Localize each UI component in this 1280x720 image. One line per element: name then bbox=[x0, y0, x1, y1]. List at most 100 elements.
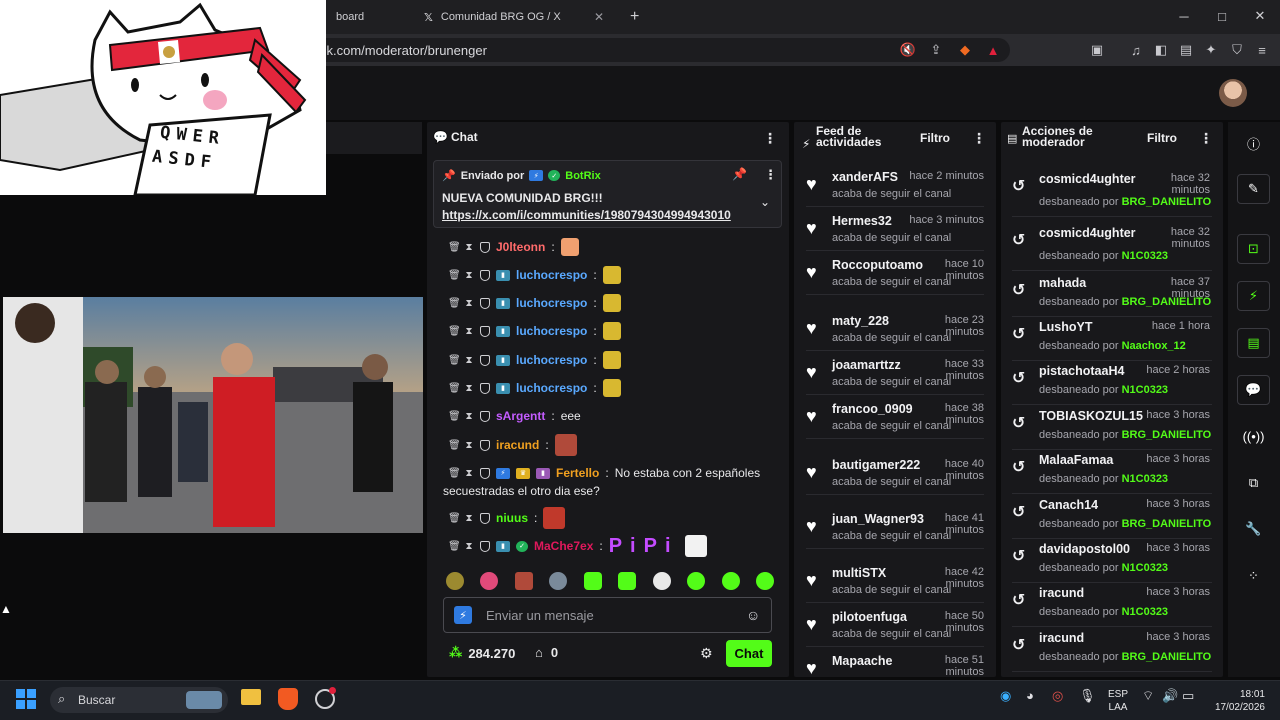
timeout-icon[interactable]: ⧗ bbox=[464, 298, 474, 309]
mod-shield-icon[interactable] bbox=[480, 439, 490, 451]
chat-username[interactable]: luchocrespo bbox=[516, 353, 587, 367]
mod-shield-icon[interactable] bbox=[480, 382, 490, 394]
minimize-button[interactable]: ─ bbox=[1166, 4, 1202, 28]
pinned-options-icon[interactable]: ⋮ bbox=[764, 167, 777, 183]
chat-username[interactable]: Fertello bbox=[556, 466, 599, 480]
chat-username[interactable]: iracund bbox=[496, 438, 539, 452]
chat-options-icon[interactable]: ⋮ bbox=[763, 130, 777, 147]
emote-icon[interactable] bbox=[446, 572, 464, 590]
screenshot-icon[interactable]: ⊡ bbox=[1237, 234, 1270, 264]
timeout-icon[interactable]: ⧗ bbox=[464, 541, 474, 552]
reader-mode-icon[interactable]: ▣ bbox=[1087, 40, 1107, 60]
emote-icon[interactable] bbox=[549, 572, 568, 590]
delete-icon[interactable]: 🗑 bbox=[448, 513, 461, 524]
wallet-icon[interactable]: ▤ bbox=[1176, 40, 1196, 60]
feed-username[interactable]: xanderAFS bbox=[832, 170, 898, 184]
timeout-icon[interactable]: ⧗ bbox=[464, 468, 474, 479]
moderator-name[interactable]: BRG_DANIELITO bbox=[1122, 518, 1212, 530]
bot-badge-icon[interactable]: ⚡ bbox=[454, 606, 472, 624]
mod-action-item[interactable]: ↺ TOBIASKOZUL15 hace 3 horas desbaneado por… bbox=[1012, 409, 1212, 457]
timeout-icon[interactable]: ⧗ bbox=[464, 440, 474, 451]
browser-tab-dashboard[interactable]: board bbox=[326, 4, 406, 30]
mod-action-item[interactable]: ↺ iracund hace 3 horas desbaneado por BRG_D… bbox=[1012, 631, 1212, 679]
store-counter[interactable]: ⌂ 0 bbox=[535, 645, 558, 660]
mod-action-item[interactable]: ↺ Canach14 hace 3 horas desbaneado por BRG_… bbox=[1012, 498, 1212, 546]
feed-username[interactable]: multiSTX bbox=[832, 566, 886, 580]
feed-item[interactable]: ♥ Roccoputoamo hace 10 minutos acaba de seg… bbox=[806, 258, 986, 312]
share-icon[interactable]: ⇪ bbox=[926, 40, 946, 60]
delete-icon[interactable]: 🗑 bbox=[448, 541, 461, 552]
edge-icon[interactable]: ◉ bbox=[1000, 688, 1011, 704]
wifi-icon[interactable]: ⌔ bbox=[1142, 688, 1154, 704]
mod-options-icon[interactable]: ⋮ bbox=[1199, 130, 1213, 147]
mod-username[interactable]: Canach14 bbox=[1039, 498, 1098, 512]
timeout-icon[interactable]: ⧗ bbox=[464, 383, 474, 394]
mod-username[interactable]: TOBIASKOZUL15 bbox=[1039, 409, 1143, 423]
delete-icon[interactable]: 🗑 bbox=[448, 298, 461, 309]
clock[interactable]: 18:01 17/02/2026 bbox=[1207, 688, 1265, 714]
chat-username[interactable]: luchocrespo bbox=[516, 381, 587, 395]
feed-username[interactable]: joaamarttzz bbox=[832, 358, 901, 372]
mod-shield-icon[interactable] bbox=[480, 269, 490, 281]
taskbar-search[interactable]: ⌕ Buscar bbox=[50, 687, 228, 713]
file-explorer-icon[interactable] bbox=[241, 689, 261, 705]
feed-username[interactable]: Hermes32 bbox=[832, 214, 892, 228]
moderator-name[interactable]: BRG_DANIELITO bbox=[1122, 429, 1212, 441]
mod-username[interactable]: iracund bbox=[1039, 586, 1084, 600]
feed-options-icon[interactable]: ⋮ bbox=[972, 130, 986, 147]
discord-icon[interactable]: ◕ bbox=[1026, 688, 1034, 703]
mod-username[interactable]: cosmicd4ughter bbox=[1039, 172, 1136, 186]
feed-item[interactable]: ♥ bautigamer222 hace 40 minutos acaba de se… bbox=[806, 458, 986, 512]
chat-username[interactable]: luchocrespo bbox=[516, 296, 587, 310]
mod-filter-button[interactable]: Filtro bbox=[1147, 131, 1177, 145]
notes-icon[interactable]: ▤ bbox=[1237, 328, 1270, 358]
chat-message-input[interactable]: ⚡ Enviar un mensaje ☺ bbox=[443, 597, 772, 633]
moderator-name[interactable]: N1C0323 bbox=[1122, 606, 1168, 618]
feed-filter-button[interactable]: Filtro bbox=[920, 131, 950, 145]
delete-icon[interactable]: 🗑 bbox=[448, 242, 461, 253]
timeout-icon[interactable]: ⧗ bbox=[464, 513, 474, 524]
moderator-name[interactable]: BRG_DANIELITO bbox=[1122, 296, 1212, 308]
delete-icon[interactable]: 🗑 bbox=[448, 411, 461, 422]
windows-start-icon[interactable] bbox=[16, 689, 36, 709]
emote-icon[interactable] bbox=[618, 572, 637, 590]
mod-username[interactable]: pistachotaaH4 bbox=[1039, 364, 1124, 378]
emote-icon[interactable] bbox=[755, 572, 774, 590]
feed-username[interactable]: Mapaache bbox=[832, 654, 892, 668]
moderator-name[interactable]: N1C0323 bbox=[1122, 473, 1168, 485]
mod-username[interactable]: MalaaFamaa bbox=[1039, 453, 1113, 467]
battery-icon[interactable]: ▭ bbox=[1182, 688, 1194, 704]
feed-username[interactable]: pilotoenfuga bbox=[832, 610, 907, 624]
mod-shield-icon[interactable] bbox=[480, 540, 490, 552]
chat-username[interactable]: luchocrespo bbox=[516, 324, 587, 338]
stream-video[interactable] bbox=[3, 297, 423, 533]
send-chat-button[interactable]: Chat bbox=[726, 640, 772, 667]
mod-username[interactable]: cosmicd4ughter bbox=[1039, 226, 1136, 240]
avatar[interactable] bbox=[1219, 79, 1247, 107]
microphone-icon[interactable]: 🎙 bbox=[1079, 688, 1096, 704]
mod-action-item[interactable]: ↺ iracund hace 3 horas desbaneado por N1C03… bbox=[1012, 586, 1212, 634]
browser-tab-x[interactable]: 𝕏 Comunidad BRG OG / X ✕ bbox=[414, 4, 614, 30]
volume-icon[interactable]: 🔊 bbox=[1162, 688, 1178, 704]
leo-ai-icon[interactable]: ✦ bbox=[1201, 40, 1221, 60]
timeout-icon[interactable]: ⧗ bbox=[464, 270, 474, 281]
emote-icon[interactable] bbox=[652, 572, 671, 590]
mod-username[interactable]: LushoYT bbox=[1039, 320, 1092, 334]
delete-icon[interactable]: 🗑 bbox=[448, 383, 461, 394]
emote-icon[interactable] bbox=[514, 572, 533, 590]
delete-icon[interactable]: 🗑 bbox=[448, 468, 461, 479]
delete-icon[interactable]: 🗑 bbox=[448, 355, 461, 366]
channel-points[interactable]: ⁂ 284.270 bbox=[449, 645, 515, 661]
chevron-down-icon[interactable]: ⌄ bbox=[760, 195, 770, 209]
mod-shield-icon[interactable] bbox=[480, 410, 490, 422]
sidebar-icon[interactable]: ◧ bbox=[1151, 40, 1171, 60]
mute-tab-icon[interactable]: 🔇 bbox=[898, 40, 918, 60]
wrench-icon[interactable]: 🔧 bbox=[1237, 514, 1270, 544]
mod-username[interactable]: davidapostol00 bbox=[1039, 542, 1130, 556]
mod-action-item[interactable]: ↺ pistachotaaH4 hace 2 horas desbaneado por… bbox=[1012, 364, 1212, 412]
emoji-picker-icon[interactable]: ☺ bbox=[746, 607, 760, 623]
timeout-icon[interactable]: ⧗ bbox=[464, 411, 474, 422]
timeout-icon[interactable]: ⧗ bbox=[464, 355, 474, 366]
timeout-icon[interactable]: ⧗ bbox=[464, 242, 474, 253]
feed-username[interactable]: francoo_0909 bbox=[832, 402, 913, 416]
